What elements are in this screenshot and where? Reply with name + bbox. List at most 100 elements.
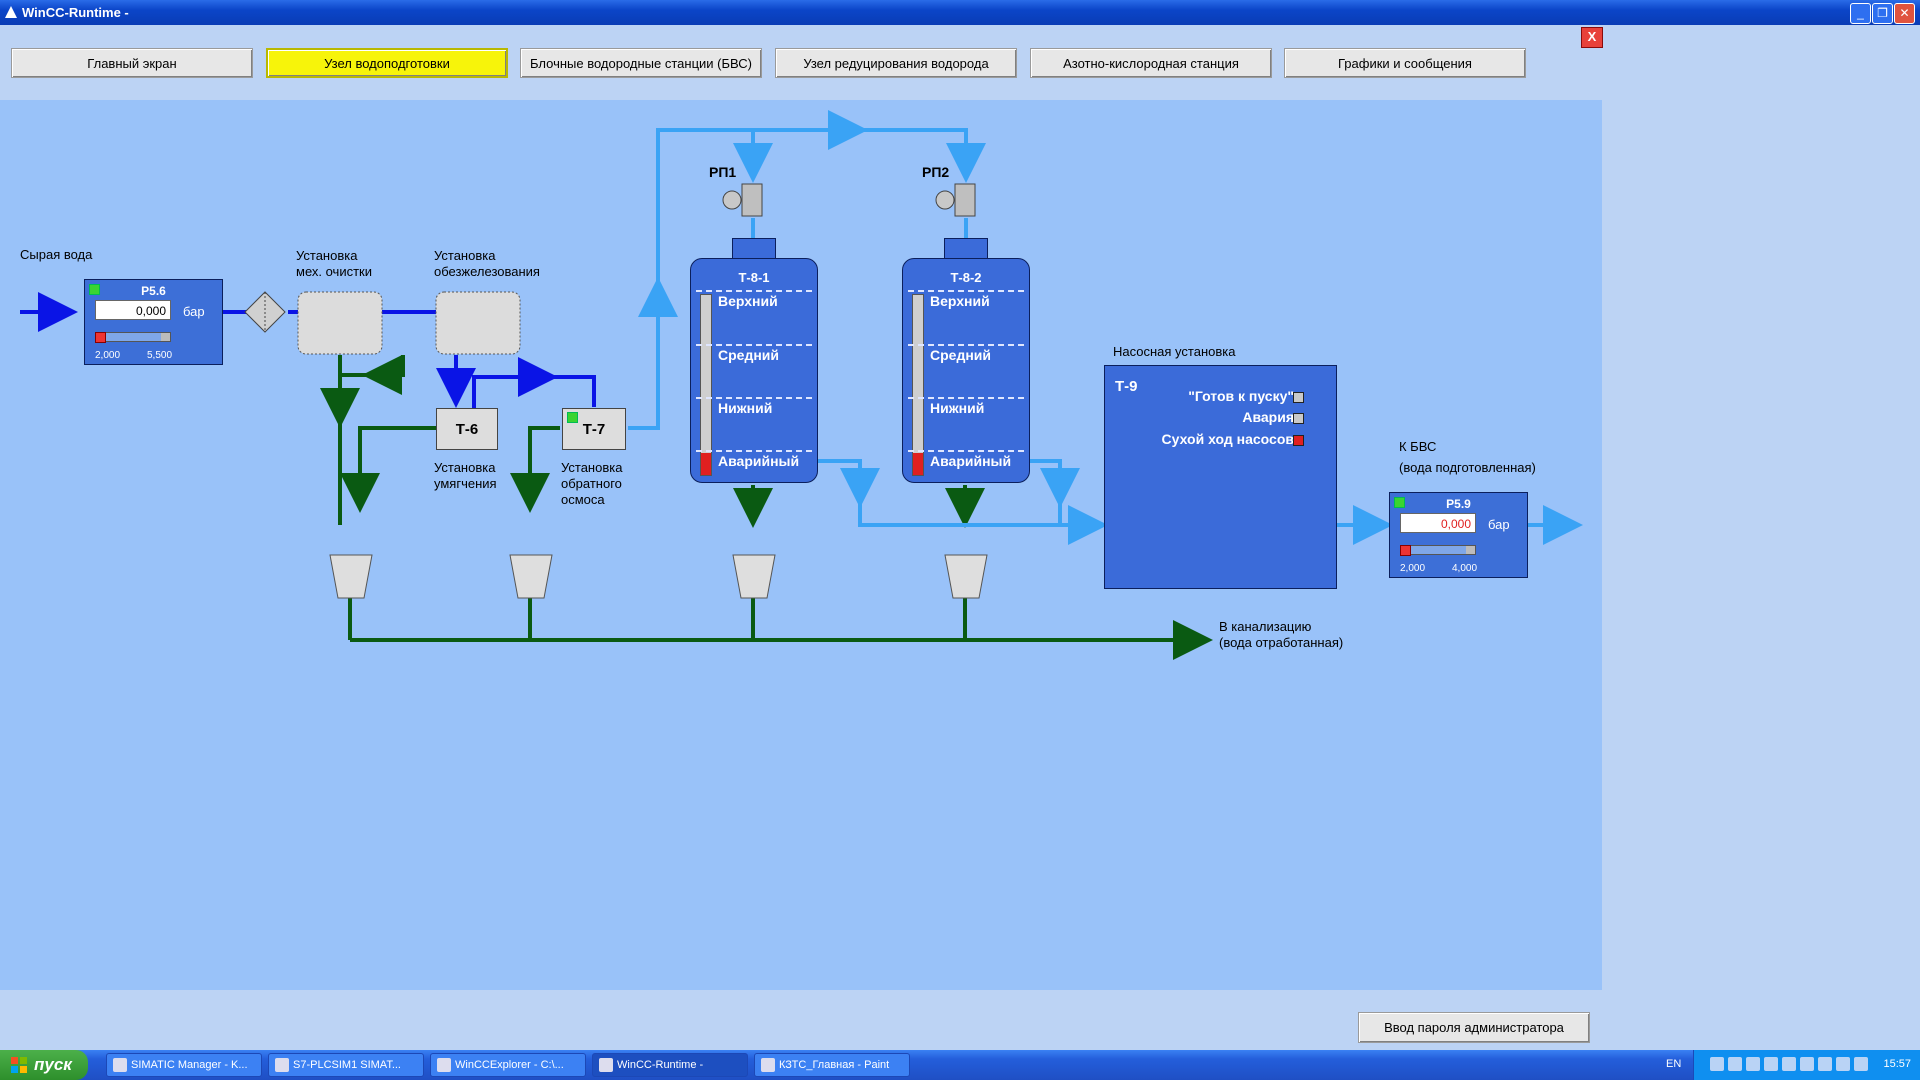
admin-password-button[interactable]: Ввод пароля администратора: [1358, 1012, 1590, 1043]
tray-icon[interactable]: [1728, 1057, 1742, 1071]
status-led: [567, 412, 578, 423]
restore-button[interactable]: ❐: [1872, 3, 1893, 24]
nav-hydrogen-reduction-button[interactable]: Узел редуцирования водорода: [775, 48, 1017, 78]
softening-label-2: умягчения: [434, 476, 497, 491]
iron-removal-label-1: Установка: [434, 248, 496, 263]
minimize-button[interactable]: _: [1850, 3, 1871, 24]
start-button[interactable]: пуск: [0, 1050, 88, 1080]
clock[interactable]: 15:57: [1883, 1058, 1911, 1070]
tray-icon[interactable]: [1764, 1057, 1778, 1071]
drain-t7-down: [510, 426, 560, 513]
tray-icon[interactable]: [1800, 1057, 1814, 1071]
tray-icon[interactable]: [1782, 1057, 1796, 1071]
gauge-bar: [1400, 545, 1476, 555]
unit-t6[interactable]: Т-6: [436, 408, 498, 450]
pump-station-t9[interactable]: Т-9 "Готов к пуску" Авария Сухой ход нас…: [1104, 365, 1337, 589]
level-alarm-fill: [701, 453, 711, 475]
pressure-gauge-p59[interactable]: P5.9 0,000 бар 2,000 4,000: [1389, 492, 1528, 578]
tray-icon[interactable]: [1818, 1057, 1832, 1071]
window-title: WinCC-Runtime -: [22, 5, 129, 20]
gauge-min: 2,000: [95, 350, 121, 361]
drain-funnels: [329, 554, 988, 599]
wincc-explorer-icon: [437, 1058, 451, 1072]
nav-charts-messages-button[interactable]: Графики и сообщения: [1284, 48, 1526, 78]
gauge-bar: [95, 332, 171, 342]
taskbar-item-wincc-explorer[interactable]: WinCCExplorer - C:\...: [430, 1053, 586, 1077]
level-lower: Нижний: [930, 400, 985, 416]
sewer-label-1: В канализацию: [1219, 619, 1312, 634]
drain-funnel: [329, 554, 373, 599]
level-indicator: [700, 294, 712, 476]
status-fault-label: Авария: [1242, 409, 1294, 425]
close-icon: ✕: [1899, 6, 1910, 20]
tank-t8-2[interactable]: Т-8-2 Верхний Средний Нижний Аварийный: [902, 238, 1030, 483]
tank-neck: [944, 238, 988, 260]
to-bvs-label-1: К БВС: [1399, 439, 1437, 454]
iron-removal-label-2: обезжелезования: [434, 264, 540, 279]
osmosis-label-2: обратного: [561, 476, 622, 491]
reducer-rp1: [722, 183, 763, 217]
paint-icon: [761, 1058, 775, 1072]
status-dry-run-indicator: [1293, 435, 1304, 446]
gauge-value: 0,000: [1400, 513, 1476, 533]
taskbar-item-plcsim[interactable]: S7-PLCSIM1 SIMAT...: [268, 1053, 424, 1077]
nav-hydrogen-stations-button[interactable]: Блочные водородные станции (БВС): [520, 48, 762, 78]
process-diagram: [20, 110, 1583, 660]
status-ready-indicator: [1293, 392, 1304, 403]
status-ready-label: "Готов к пуску": [1188, 388, 1294, 404]
language-indicator[interactable]: EN: [1666, 1058, 1681, 1070]
osmosis-label-1: Установка: [561, 460, 623, 475]
pipe-t6-to-t7: [472, 375, 596, 410]
nav-water-treatment-button[interactable]: Узел водоподготовки: [266, 48, 508, 78]
start-label: пуск: [34, 1055, 72, 1074]
gauge-max: 5,500: [147, 350, 173, 361]
level-emergency: Аварийный: [930, 453, 1012, 469]
tank-name: Т-8-2: [950, 270, 982, 285]
status-fault-indicator: [1293, 413, 1304, 424]
taskbar-item-paint[interactable]: КЗТС_Главная - Paint: [754, 1053, 910, 1077]
gauge-name: P5.6: [141, 284, 166, 298]
unit-t7-label: Т-7: [582, 420, 606, 438]
pipe-t82-out: [1030, 459, 1062, 525]
level-middle: Средний: [930, 347, 992, 363]
unit-t7[interactable]: Т-7: [562, 408, 626, 450]
window-close-button[interactable]: ✕: [1894, 3, 1915, 24]
screen-close-button[interactable]: X: [1581, 27, 1603, 48]
osmosis-label-3: осмоса: [561, 492, 605, 507]
taskbar-item-simatic-manager[interactable]: SIMATIC Manager - K...: [106, 1053, 262, 1077]
drain-funnel: [944, 554, 988, 599]
status-dry-run-label: Сухой ход насосов: [1161, 431, 1294, 447]
gauge-value: 0,000: [95, 300, 171, 320]
tray-icon[interactable]: [1836, 1057, 1850, 1071]
rp1-label: РП1: [709, 164, 737, 180]
mech-filter-unit: [297, 291, 383, 355]
nav-nitrogen-oxygen-button[interactable]: Азотно-кислородная станция: [1030, 48, 1272, 78]
level-upper: Верхний: [718, 293, 778, 309]
raw-water-label: Сырая вода: [20, 247, 93, 262]
gauge-unit: бар: [183, 304, 205, 319]
gauge-min: 2,000: [1400, 563, 1426, 574]
alarm-marker-icon: [95, 332, 106, 343]
mech-filter-label-2: мех. очистки: [296, 264, 372, 279]
tray-icon[interactable]: [1854, 1057, 1868, 1071]
to-bvs-label-2: (вода подготовленная): [1399, 460, 1536, 475]
drain-t6-down: [340, 426, 436, 513]
raw-water-filter: [244, 291, 286, 333]
system-tray: 15:57: [1693, 1050, 1920, 1080]
minimize-icon: _: [1857, 6, 1864, 20]
tank-t8-1[interactable]: Т-8-1 Верхний Средний Нижний Аварийный: [690, 238, 818, 483]
pressure-gauge-p56[interactable]: P5.6 0,000 бар 2,000 5,500: [84, 279, 223, 365]
nav-main-screen-button[interactable]: Главный экран: [11, 48, 253, 78]
taskbar-item-wincc-runtime[interactable]: WinCC-Runtime -: [592, 1053, 748, 1077]
tank-name: Т-8-1: [738, 270, 770, 285]
wincc-app-icon: [5, 6, 17, 18]
gauge-max: 4,000: [1452, 563, 1478, 574]
level-alarm-fill: [913, 453, 923, 475]
gauge-unit: бар: [1488, 517, 1510, 532]
level-lower: Нижний: [718, 400, 773, 416]
pump-station-name: Т-9: [1115, 378, 1138, 395]
level-upper: Верхний: [930, 293, 990, 309]
reducer-rp2: [935, 183, 976, 217]
tray-icon[interactable]: [1746, 1057, 1760, 1071]
tray-icon[interactable]: [1710, 1057, 1724, 1071]
